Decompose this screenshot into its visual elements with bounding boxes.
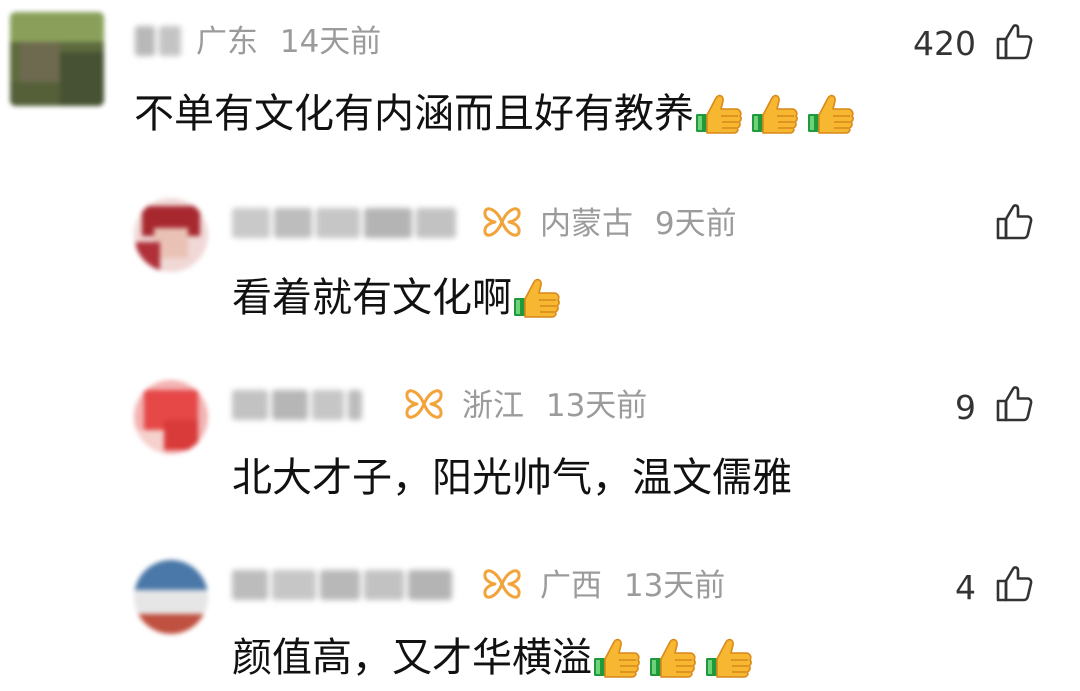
- time-label: 13天前: [545, 388, 648, 424]
- comment-text: 北大才子，阳光帅气，温文儒雅: [232, 455, 792, 501]
- comment-meta: 内蒙古 9天前: [540, 204, 737, 244]
- thumbs-up-emoji: [648, 636, 698, 680]
- thumbs-up-emoji: [694, 92, 744, 136]
- vip-butterfly-icon: [482, 204, 522, 240]
- avatar[interactable]: [10, 12, 104, 106]
- like-count: 4: [955, 568, 976, 607]
- thumbs-up-emoji: [750, 92, 800, 136]
- time-label: 14天前: [279, 24, 382, 60]
- reply-item: 广西 13天前 4 颜值高，又才华横溢: [0, 540, 1080, 691]
- time-label: 9天前: [654, 206, 737, 242]
- reply-item: 浙江 13天前 9 北大才子，阳光帅气，温文儒雅: [0, 360, 1080, 520]
- username-blurred[interactable]: [232, 570, 452, 600]
- comment-text-row: 颜值高，又才华横溢: [232, 630, 754, 686]
- username-blurred[interactable]: [232, 208, 456, 238]
- location-label: 内蒙古: [540, 206, 633, 242]
- location-label: 浙江: [462, 388, 524, 424]
- thumbs-up-emoji: [592, 636, 642, 680]
- username-blurred[interactable]: [232, 390, 362, 420]
- thumbs-up-outline-icon[interactable]: [994, 564, 1034, 604]
- avatar[interactable]: [134, 560, 208, 634]
- comment-text-row: 看着就有文化啊: [232, 270, 562, 326]
- like-count: 9: [955, 388, 976, 427]
- comment-item: 广东 14天前 420 不单有文化有内涵而且好有教养: [0, 0, 1080, 160]
- thumbs-up-emoji: [512, 276, 562, 320]
- like-count: 420: [913, 24, 976, 63]
- reply-item: 内蒙古 9天前 看着就有文化啊: [0, 180, 1080, 340]
- avatar[interactable]: [134, 198, 208, 272]
- thumbs-up-emoji: [704, 636, 754, 680]
- time-label: 13天前: [623, 568, 726, 604]
- username-blurred[interactable]: [135, 26, 181, 56]
- thumbs-up-outline-icon[interactable]: [994, 384, 1034, 424]
- comment-text-row: 不单有文化有内涵而且好有教养: [134, 86, 856, 142]
- location-label: 广东: [196, 24, 258, 60]
- location-label: 广西: [540, 568, 602, 604]
- vip-butterfly-icon: [482, 566, 522, 602]
- thumbs-up-emoji: [806, 92, 856, 136]
- vip-butterfly-icon: [404, 386, 444, 422]
- comment-text: 不单有文化有内涵而且好有教养: [134, 91, 694, 137]
- comment-meta: 浙江 13天前: [462, 386, 647, 426]
- comment-text-row: 北大才子，阳光帅气，温文儒雅: [232, 450, 792, 506]
- comment-text: 颜值高，又才华横溢: [232, 635, 592, 681]
- thumbs-up-outline-icon[interactable]: [994, 202, 1034, 242]
- comment-text: 看着就有文化啊: [232, 275, 512, 321]
- comment-meta: 广西 13天前: [540, 566, 725, 606]
- thumbs-up-outline-icon[interactable]: [994, 22, 1034, 62]
- avatar[interactable]: [134, 380, 208, 454]
- comment-meta: 广东 14天前: [196, 22, 381, 62]
